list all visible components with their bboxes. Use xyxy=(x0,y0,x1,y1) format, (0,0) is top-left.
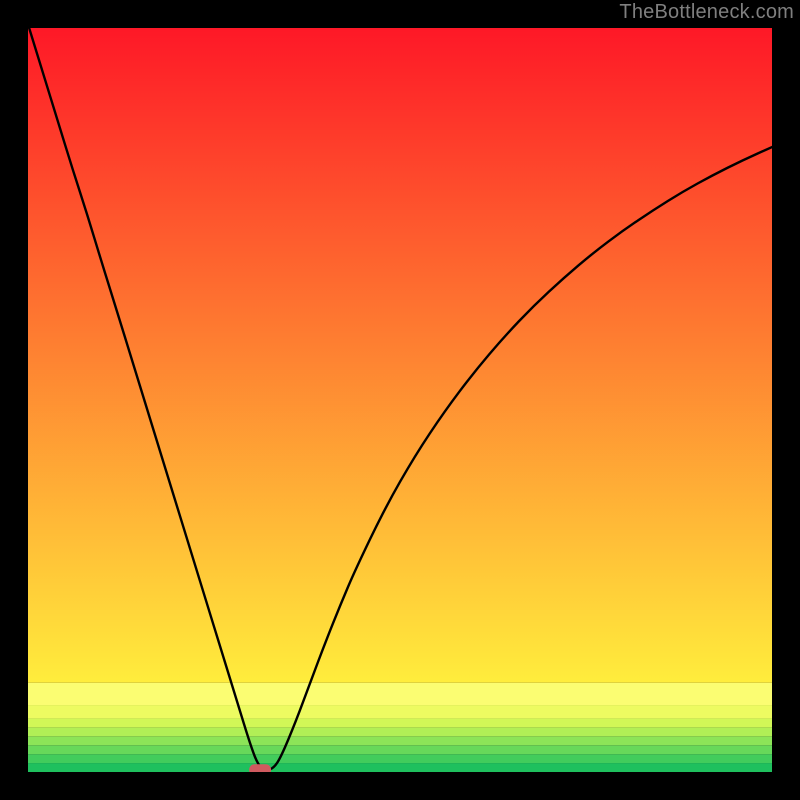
color-bands xyxy=(28,28,772,772)
chart-stage: TheBottleneck.com xyxy=(0,0,800,800)
bottleneck-chart xyxy=(0,0,800,800)
plot-area xyxy=(28,24,772,775)
